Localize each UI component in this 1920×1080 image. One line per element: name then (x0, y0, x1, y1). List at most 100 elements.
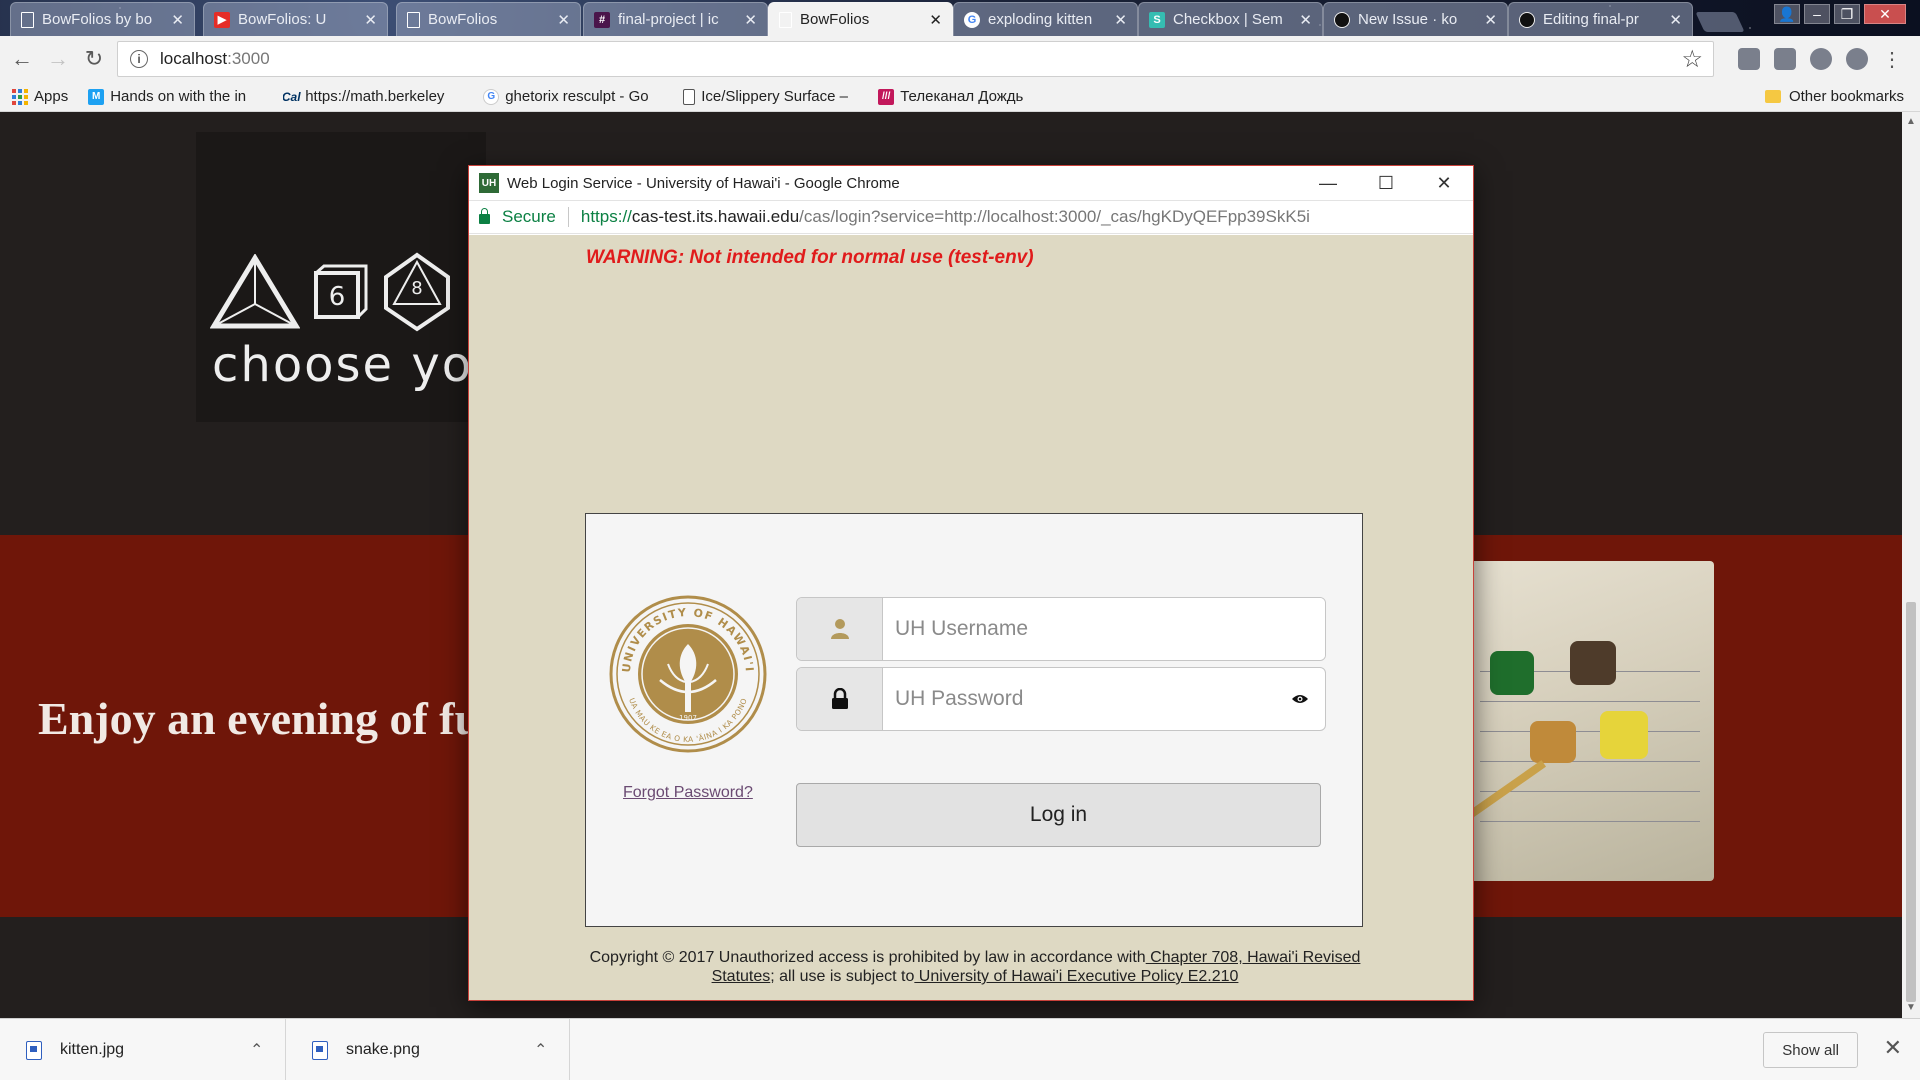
bookmark-label: Apps (34, 88, 69, 105)
document-icon (779, 11, 792, 28)
tab-label: New Issue · ko (1358, 11, 1458, 28)
bookmark-label: Ice/Slippery Surface – (701, 88, 848, 105)
popup-window-controls: — ☐ ✕ (1299, 166, 1473, 200)
close-icon[interactable]: ✕ (1669, 11, 1682, 29)
menu-kebab-icon[interactable]: ⋮ (1882, 47, 1902, 72)
back-icon[interactable]: ← (4, 41, 40, 77)
d6-die-icon: 6 (314, 264, 368, 319)
tab-bowfolios-2[interactable]: BowFolios ✕ (396, 2, 581, 36)
address-bar[interactable]: i localhost:3000 ☆ (117, 41, 1714, 77)
google-icon: G (483, 88, 500, 105)
close-icon[interactable]: ✕ (364, 11, 377, 29)
chevron-up-icon[interactable]: ⌃ (250, 1040, 263, 1060)
extension-icon[interactable] (1738, 48, 1760, 70)
berkeley-icon: Cal (283, 88, 301, 105)
info-icon[interactable]: i (130, 50, 148, 68)
username-input[interactable] (883, 598, 1325, 660)
tab-exploding-kitten[interactable]: G exploding kitten ✕ (953, 2, 1138, 36)
download-item-kitten[interactable]: kitten.jpg ⌃ (0, 1019, 286, 1080)
user-icon (797, 598, 883, 660)
forgot-password-link[interactable]: Forgot Password? (623, 784, 753, 802)
close-window-icon[interactable]: ✕ (1864, 4, 1906, 24)
close-icon[interactable]: ✕ (557, 11, 570, 29)
show-password-eye-icon[interactable] (1275, 668, 1325, 730)
extension-icon[interactable] (1810, 48, 1832, 70)
tab-bowfolios-active[interactable]: BowFolios ✕ (768, 2, 953, 36)
bookmark-label: ghetorix resculpt - Go (505, 88, 649, 105)
tab-editing-final[interactable]: Editing final-pr ✕ (1508, 2, 1693, 36)
executive-policy-link[interactable]: University of Hawai'i Executive Policy E… (914, 968, 1239, 985)
bookmark-star-icon[interactable]: ☆ (1681, 45, 1703, 74)
restore-icon[interactable]: ❐ (1834, 4, 1860, 24)
tab-final-project[interactable]: # final-project | ic ✕ (583, 2, 768, 36)
apps-icon (12, 88, 28, 105)
tab-label: BowFolios by bo (42, 11, 153, 28)
page-scrollbar[interactable]: ▲ ▼ (1902, 112, 1920, 1018)
tab-bowfolios-1[interactable]: BowFolios by bo ✕ (10, 2, 195, 36)
other-bookmarks[interactable]: Other bookmarks (1764, 88, 1904, 105)
bookmark-hands-on[interactable]: M Hands on with the in (88, 88, 263, 105)
chevron-up-icon[interactable]: ⌃ (534, 1040, 547, 1060)
tab-checkbox-semantic[interactable]: S Checkbox | Sem ✕ (1138, 2, 1323, 36)
test-env-warning: WARNING: Not intended for normal use (te… (586, 247, 1034, 268)
bookmark-math-berkeley[interactable]: Cal https://math.berkeley (283, 88, 463, 105)
tab-strip: BowFolios by bo ✕ ▶ BowFolios: U ✕ BowFo… (0, 0, 1920, 36)
password-input[interactable] (883, 668, 1275, 730)
palette-extension-icon[interactable] (1846, 48, 1868, 70)
extension-icons: ⋮ (1738, 36, 1920, 82)
bookmark-ghetorix[interactable]: G ghetorix resculpt - Go (483, 88, 663, 105)
close-icon[interactable]: ✕ (171, 11, 184, 29)
profile-icon[interactable]: 👤 (1774, 4, 1800, 24)
login-button[interactable]: Log in (796, 783, 1321, 847)
close-icon[interactable]: ✕ (744, 11, 757, 29)
dozhd-icon: /// (878, 88, 895, 105)
lock-icon (797, 668, 883, 730)
maximize-icon[interactable]: ☐ (1357, 166, 1415, 200)
forward-icon[interactable]: → (40, 41, 76, 77)
login-popup-window: UH Web Login Service - University of Haw… (468, 165, 1474, 1001)
new-tab-button[interactable] (1695, 12, 1745, 32)
tab-label: Editing final-pr (1543, 11, 1639, 28)
bookmark-apps[interactable]: Apps (12, 88, 68, 105)
tab-new-issue[interactable]: New Issue · ko ✕ (1323, 2, 1508, 36)
reload-icon[interactable]: ↻ (76, 41, 112, 77)
bookmark-label: Телеканал Дождь (900, 88, 1024, 105)
minimize-icon[interactable]: — (1299, 166, 1357, 200)
scroll-up-icon[interactable]: ▲ (1905, 116, 1917, 128)
popup-title: Web Login Service - University of Hawai'… (507, 174, 900, 192)
scrollbar-thumb[interactable] (1906, 602, 1916, 1002)
semantic-icon: S (1149, 11, 1165, 28)
bookmark-label: Hands on with the in (110, 88, 247, 105)
close-downloads-icon[interactable]: ✕ (1884, 1035, 1902, 1061)
bookmark-label: https://math.berkeley (305, 88, 445, 105)
url-separator (567, 207, 569, 227)
other-bookmarks-label: Other bookmarks (1788, 88, 1904, 105)
bookmark-dozhd[interactable]: /// Телеканал Дождь (878, 88, 1023, 105)
orange-die-icon (1530, 721, 1576, 763)
scroll-down-icon[interactable]: ▼ (1905, 1002, 1917, 1014)
tab-bowfolios-youtube[interactable]: ▶ BowFolios: U ✕ (203, 2, 388, 36)
translate-extension-icon[interactable] (1774, 48, 1796, 70)
close-icon[interactable]: ✕ (929, 11, 942, 29)
address-host: localhost (160, 49, 228, 68)
close-icon[interactable]: ✕ (1415, 166, 1473, 200)
youtube-icon: ▶ (214, 11, 230, 28)
copyright-middle-text: ; all use is subject to (770, 968, 915, 985)
tab-label: BowFolios (800, 11, 870, 28)
bookmark-ice-slippery[interactable]: Ice/Slippery Surface – (683, 88, 858, 105)
url-host: cas-test.its.hawaii.edu (631, 207, 800, 226)
show-all-button[interactable]: Show all (1763, 1032, 1858, 1068)
close-icon[interactable]: ✕ (1114, 11, 1127, 29)
download-item-snake[interactable]: snake.png ⌃ (286, 1019, 570, 1080)
minimize-icon[interactable]: – (1804, 4, 1830, 24)
dice-photo (1470, 561, 1714, 881)
browser-toolbar: ← → ↻ i localhost:3000 ☆ ⋮ (0, 36, 1920, 82)
slack-icon: # (594, 11, 610, 28)
uh-seal-logo: UNIVERSITY OF HAWAI'I UA MAU KE EA O KA … (609, 595, 767, 753)
close-icon[interactable]: ✕ (1484, 11, 1497, 29)
copyright-notice: Copyright © 2017 Unauthorized access is … (586, 948, 1364, 986)
close-icon[interactable]: ✕ (1299, 11, 1312, 29)
tab-label: BowFolios: U (238, 11, 327, 28)
tab-label: Checkbox | Sem (1173, 11, 1283, 28)
download-filename: snake.png (346, 1041, 420, 1058)
